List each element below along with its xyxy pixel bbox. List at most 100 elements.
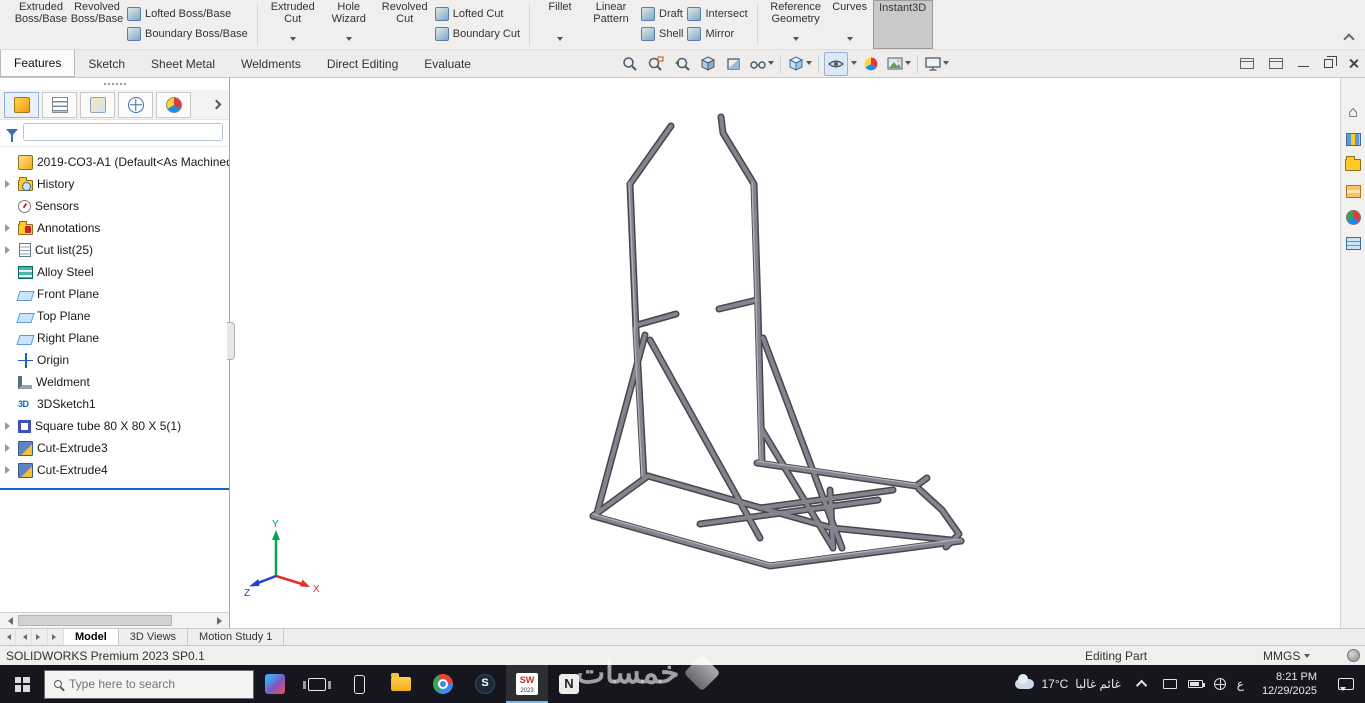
dropdown-caret-icon[interactable] <box>943 60 949 68</box>
tree-item-3dsketch[interactable]: 3DSketch1 <box>0 393 229 415</box>
dropdown-caret-icon[interactable] <box>557 37 563 44</box>
linear-pattern-button[interactable]: Linear Pattern <box>583 0 639 49</box>
dropdown-caret-icon[interactable] <box>289 37 296 44</box>
apply-scene-button[interactable] <box>885 52 912 76</box>
file-explorer-button[interactable] <box>1344 156 1362 174</box>
dropdown-caret-icon[interactable] <box>851 60 857 68</box>
mirror-button[interactable]: Mirror <box>687 26 747 41</box>
touch-keyboard-icon[interactable] <box>1162 679 1177 689</box>
first-tab-button[interactable] <box>0 629 16 645</box>
tree-item-cut-list[interactable]: Cut list(25) <box>0 239 229 261</box>
hole-wizard-button[interactable]: Hole Wizard <box>321 0 377 49</box>
shell-button[interactable]: Shell <box>641 26 683 41</box>
extruded-boss-base-button[interactable]: Extruded Boss/Base <box>13 0 69 49</box>
taskbar-app-solidworks[interactable] <box>506 665 548 703</box>
pane-display-icon[interactable] <box>1240 58 1254 69</box>
action-center-button[interactable] <box>1327 665 1365 703</box>
display-style-button[interactable] <box>786 52 813 76</box>
tab-weldments[interactable]: Weldments <box>228 50 314 77</box>
intersect-button[interactable]: Intersect <box>687 6 748 21</box>
tree-item-annotations[interactable]: Annotations <box>0 217 229 239</box>
dropdown-caret-icon[interactable] <box>806 60 812 68</box>
zoom-to-fit-button[interactable] <box>618 52 642 76</box>
scroll-right-button[interactable] <box>213 613 229 628</box>
hide-show-items-button[interactable] <box>748 52 775 76</box>
view-settings-button[interactable] <box>923 52 950 76</box>
scroll-left-button[interactable] <box>0 613 16 628</box>
tab-sheet-metal[interactable]: Sheet Metal <box>138 50 228 77</box>
tree-item-square-tube[interactable]: Square tube 80 X 80 X 5(1) <box>0 415 229 437</box>
panel-expand-button[interactable] <box>207 99 225 110</box>
tree-item-top-plane[interactable]: Top Plane <box>0 305 229 327</box>
dropdown-caret-icon[interactable] <box>345 37 352 44</box>
taskbar-app-photos[interactable] <box>254 665 296 703</box>
fillet-button[interactable]: Fillet <box>537 0 583 49</box>
tree-item-sensors[interactable]: Sensors <box>0 195 229 217</box>
dropdown-caret-icon[interactable] <box>846 37 853 44</box>
battery-icon[interactable] <box>1187 680 1205 688</box>
instant3d-toggle-button[interactable]: Instant3D <box>872 0 933 49</box>
expand-arrow-icon[interactable] <box>4 180 14 188</box>
design-library-button[interactable] <box>1344 130 1362 148</box>
last-tab-button[interactable] <box>48 629 64 645</box>
scrollbar-thumb[interactable] <box>18 615 172 626</box>
propertymanager-tab[interactable] <box>42 91 77 118</box>
language-indicator[interactable]: ع <box>1237 677 1244 691</box>
expand-arrow-icon[interactable] <box>4 422 14 430</box>
expand-arrow-icon[interactable] <box>4 466 14 474</box>
taskbar-app-your-phone[interactable] <box>338 665 380 703</box>
tab-evaluate[interactable]: Evaluate <box>411 50 484 77</box>
task-view-button[interactable] <box>296 665 338 703</box>
graphics-viewport[interactable]: Y X Z <box>230 78 1340 628</box>
edit-appearance-button[interactable] <box>859 52 883 76</box>
start-button[interactable] <box>0 665 44 703</box>
featuremanager-tab[interactable] <box>4 91 39 118</box>
home-button[interactable]: ⌂ <box>1344 104 1362 122</box>
dropdown-caret-icon[interactable] <box>905 60 911 68</box>
tree-filter-input[interactable] <box>23 123 223 141</box>
taskbar-app-s[interactable] <box>464 665 506 703</box>
previous-view-button[interactable] <box>670 52 694 76</box>
custom-properties-button[interactable] <box>1344 234 1362 252</box>
panel-grip[interactable] <box>0 78 229 90</box>
boundary-cut-button[interactable]: Boundary Cut <box>434 26 520 41</box>
weldment-frame-model[interactable] <box>230 78 1339 628</box>
next-tab-button[interactable] <box>32 629 48 645</box>
pane-display-alt-icon[interactable] <box>1269 58 1283 69</box>
tab-3d-views[interactable]: 3D Views <box>119 629 189 645</box>
network-icon[interactable] <box>1213 678 1226 690</box>
taskbar-search[interactable] <box>44 669 254 699</box>
close-button[interactable] <box>1348 58 1359 69</box>
taskbar-app-chrome[interactable] <box>422 665 464 703</box>
view-orientation-button[interactable] <box>696 52 720 76</box>
previous-tab-button[interactable] <box>16 629 32 645</box>
reference-geometry-button[interactable]: Reference Geometry <box>765 0 827 49</box>
revolved-boss-base-button[interactable]: Revolved Boss/Base <box>69 0 125 49</box>
tree-item-material[interactable]: Alloy Steel <box>0 261 229 283</box>
tree-item-weldment[interactable]: Weldment <box>0 371 229 393</box>
weather-widget[interactable]: 17°C غائم غالبا <box>1005 665 1130 703</box>
tree-item-origin[interactable]: Origin <box>0 349 229 371</box>
tree-item-history[interactable]: History <box>0 173 229 195</box>
extruded-cut-button[interactable]: Extruded Cut <box>265 0 321 49</box>
tree-item-front-plane[interactable]: Front Plane <box>0 283 229 305</box>
dropdown-caret-icon[interactable] <box>768 60 774 68</box>
expand-arrow-icon[interactable] <box>4 224 14 232</box>
hide-all-types-button[interactable] <box>824 52 848 76</box>
tab-features[interactable]: Features <box>0 50 76 77</box>
taskbar-clock[interactable]: 8:21 PM 12/29/2025 <box>1252 670 1327 698</box>
view-palette-button[interactable] <box>1344 182 1362 200</box>
tab-model[interactable]: Model <box>64 629 119 645</box>
restore-button[interactable] <box>1324 56 1337 68</box>
tree-item-cut-extrude3[interactable]: Cut-Extrude3 <box>0 437 229 459</box>
taskbar-app-n[interactable] <box>548 665 590 703</box>
rollback-bar[interactable] <box>0 488 229 490</box>
section-view-button[interactable] <box>722 52 746 76</box>
expand-arrow-icon[interactable] <box>4 246 14 254</box>
configurationmanager-tab[interactable] <box>80 91 115 118</box>
boundary-boss-base-button[interactable]: Boundary Boss/Base <box>127 26 248 41</box>
minimize-button[interactable] <box>1298 66 1309 67</box>
ribbon-collapse-chevron-icon[interactable] <box>1343 33 1355 45</box>
panel-splitter-handle[interactable] <box>227 322 235 360</box>
dimxpertmanager-tab[interactable] <box>118 91 153 118</box>
